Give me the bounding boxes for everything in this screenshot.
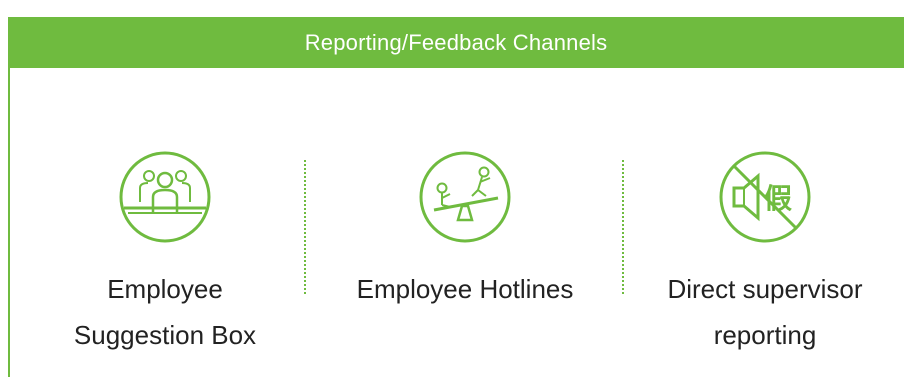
channel-label: Employee Hotlines <box>330 266 600 312</box>
channel-label-line1: Employee <box>107 274 223 304</box>
speaker-fake-prohibited-icon: 假 <box>719 151 811 243</box>
channel-label-line1: Direct supervisor <box>667 274 863 304</box>
seesaw-playground-icon <box>419 151 511 243</box>
column-divider <box>622 160 624 294</box>
channel-label: Employee Suggestion Box <box>70 266 260 358</box>
channel-label-line2: reporting <box>713 320 817 350</box>
column-divider <box>304 160 306 294</box>
header-banner: Reporting/Feedback Channels <box>8 17 904 68</box>
header-title: Reporting/Feedback Channels <box>304 29 608 55</box>
channel-label-line2: Suggestion Box <box>73 320 257 350</box>
channel-label-line1: Employee Hotlines <box>356 274 574 304</box>
channel-suggestion-box: Employee Suggestion Box <box>70 150 260 358</box>
channel-label: Direct supervisor reporting <box>640 266 890 358</box>
left-border-line <box>8 68 10 377</box>
group-people-icon <box>119 151 211 243</box>
channel-direct-supervisor: 假 Direct supervisor reporting <box>640 150 890 358</box>
channel-hotlines: Employee Hotlines <box>330 150 600 312</box>
